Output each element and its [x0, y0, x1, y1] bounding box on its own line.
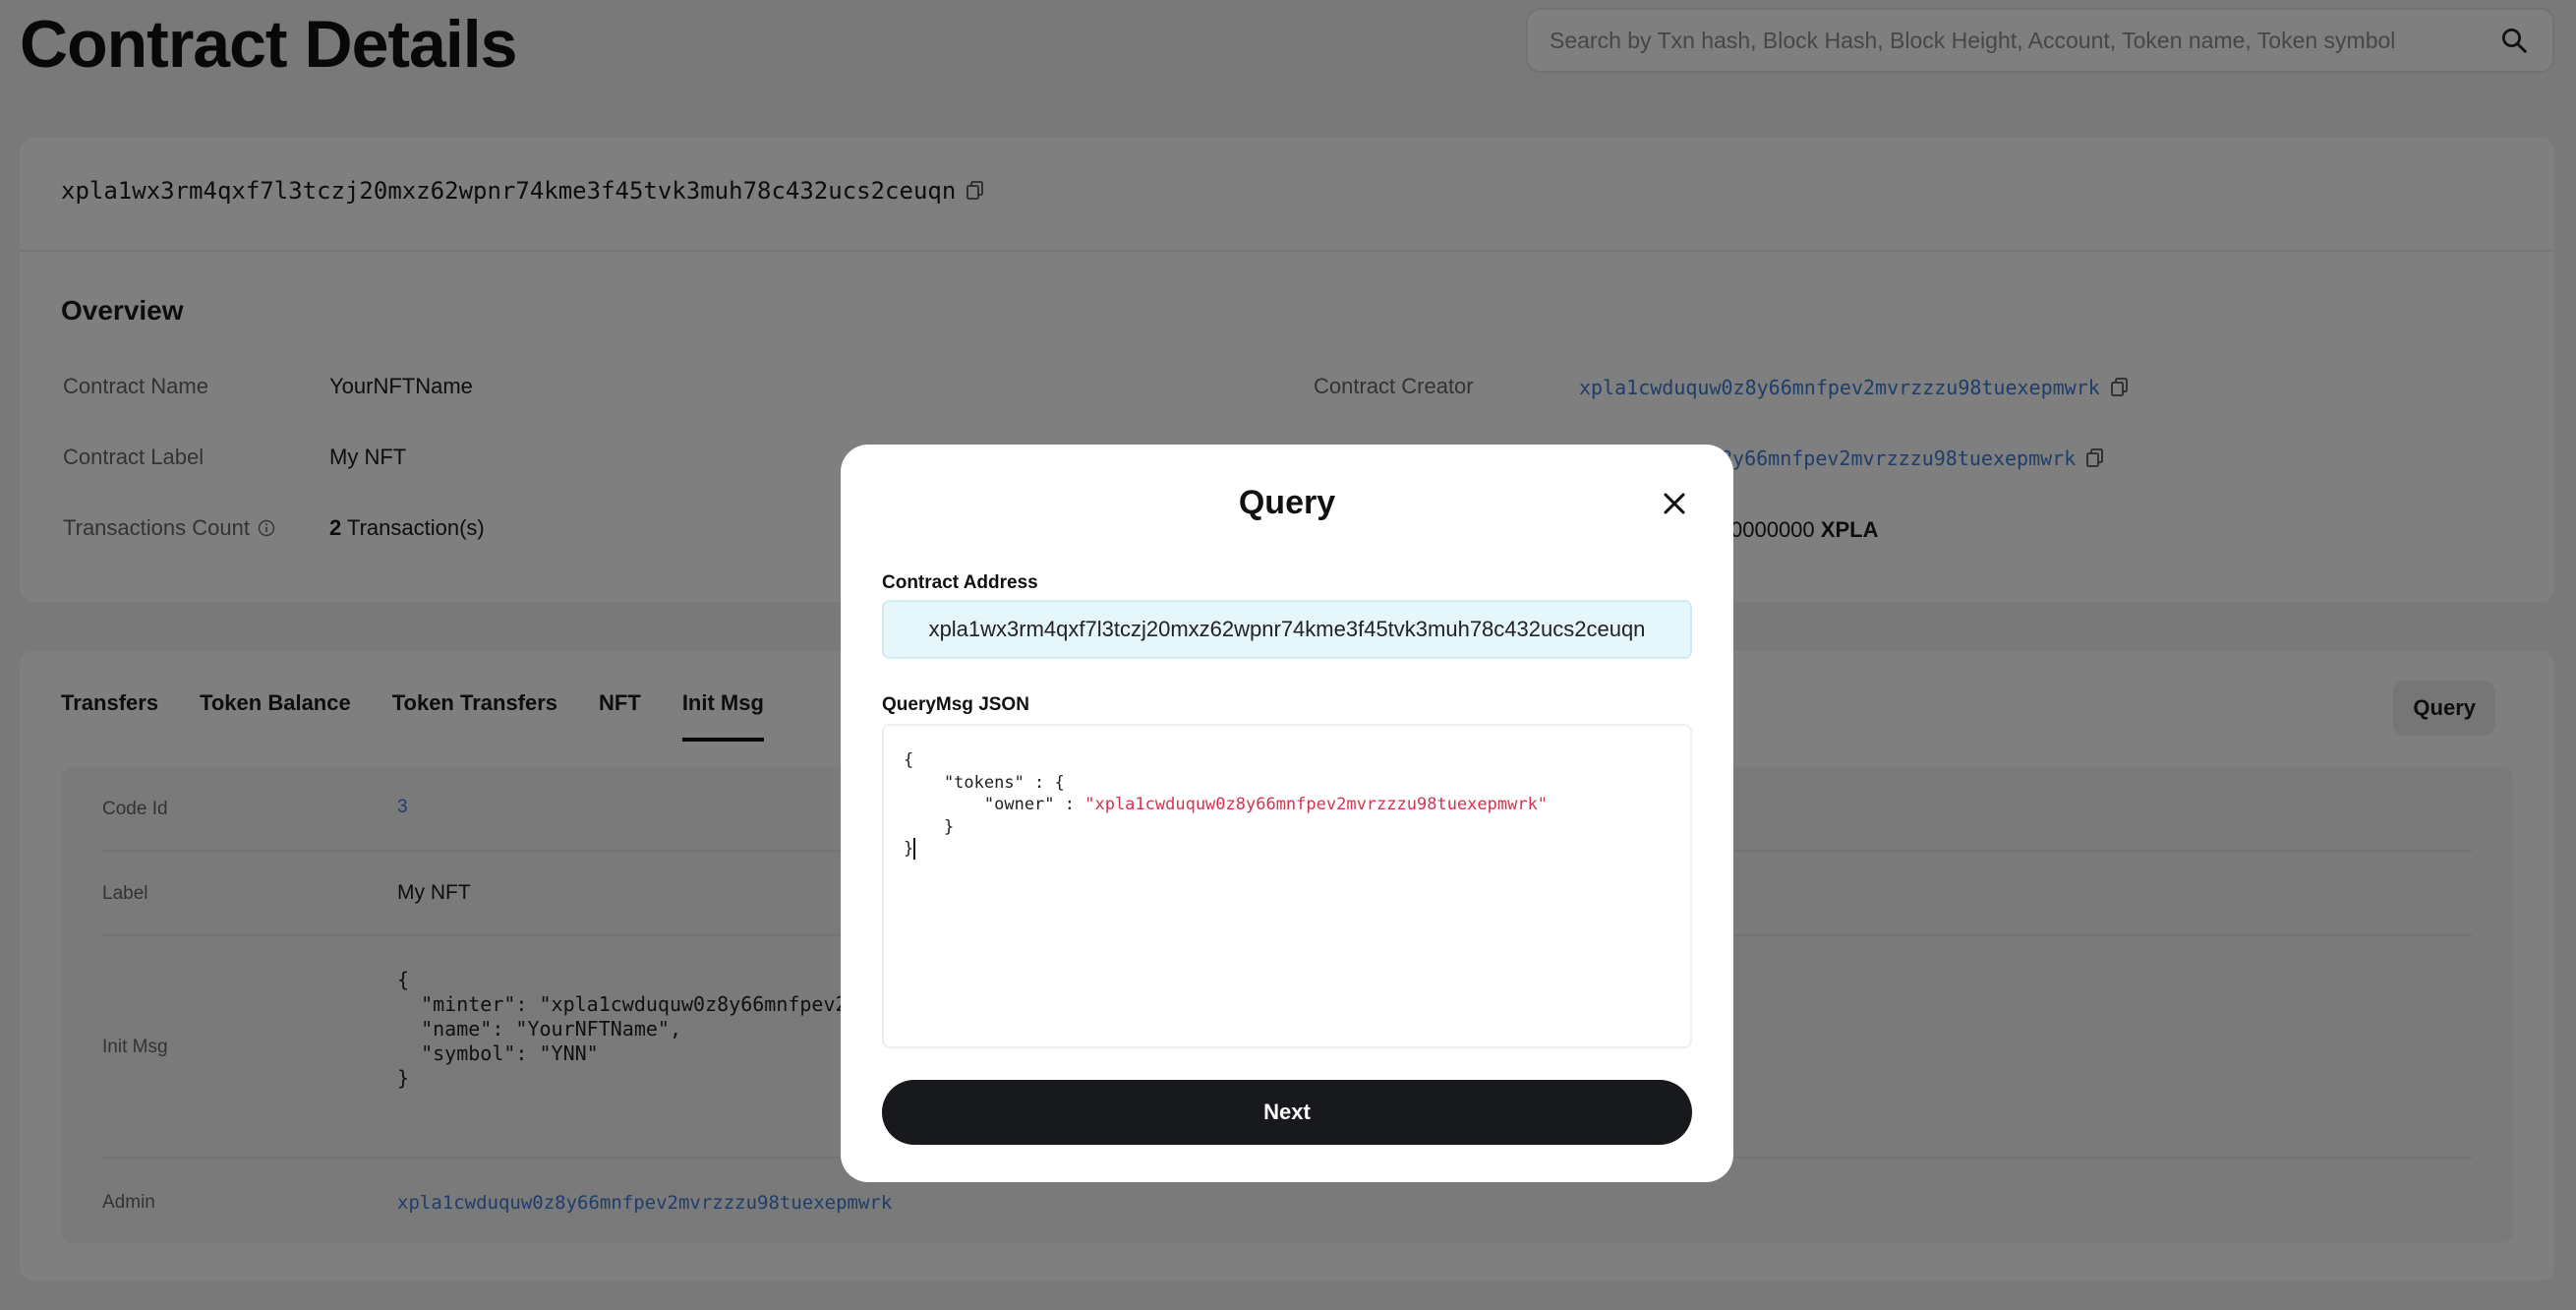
contract-address-field[interactable] — [882, 600, 1692, 659]
close-button[interactable] — [1657, 486, 1692, 521]
close-icon[interactable] — [1657, 486, 1692, 521]
query-modal: Query Contract Address QueryMsg JSON { "… — [841, 445, 1733, 1182]
querymsg-json-editor[interactable]: { "tokens" : { "owner" : "xpla1cwduquw0z… — [882, 724, 1692, 1048]
contract-address-label: Contract Address — [882, 572, 1038, 593]
json-code[interactable]: { "tokens" : { "owner" : "xpla1cwduquw0z… — [904, 749, 1548, 861]
querymsg-json-label: QueryMsg JSON — [882, 694, 1029, 715]
text-caret — [913, 838, 916, 860]
modal-title: Query — [1238, 484, 1336, 521]
next-button[interactable]: Next — [882, 1080, 1692, 1145]
